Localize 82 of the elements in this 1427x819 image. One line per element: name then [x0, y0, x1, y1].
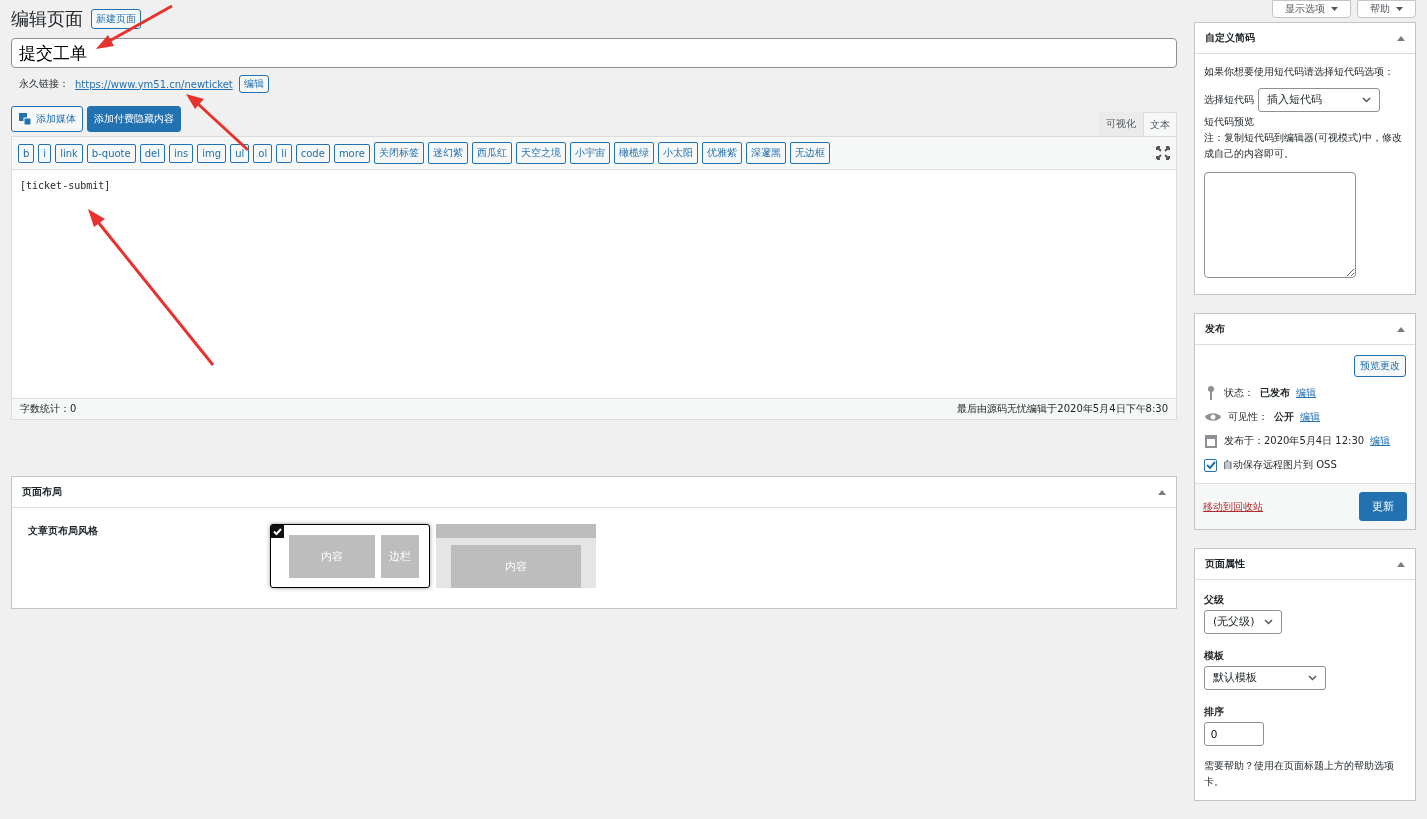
- page-heading: 编辑页面: [11, 7, 83, 31]
- quicktag-button[interactable]: i: [38, 143, 52, 163]
- dropdown-arrow-icon: [1396, 7, 1403, 11]
- preview-label: 短代码预览: [1204, 115, 1255, 129]
- collapse-icon[interactable]: [1397, 561, 1405, 567]
- quicktag-button[interactable]: 橄榄绿: [613, 142, 654, 164]
- last-edited: 最后由源码无忧编辑于2020年5月4日下午8:30: [957, 402, 1168, 416]
- chevron-down-icon: [1308, 675, 1317, 681]
- parent-select[interactable]: (无父级): [1204, 610, 1282, 634]
- quicktag-button[interactable]: 关闭标签: [373, 142, 424, 164]
- media-icon: [18, 112, 32, 126]
- editor-tab[interactable]: 文本: [1143, 112, 1177, 136]
- quicktag-button[interactable]: 小太阳: [657, 142, 698, 164]
- edit-link[interactable]: 编辑: [1296, 385, 1316, 401]
- publish-value: 已发布: [1260, 386, 1290, 400]
- quicktag-button[interactable]: b: [18, 143, 35, 163]
- title-field[interactable]: 提交工单: [11, 38, 1177, 68]
- select-label: 选择短代码: [1204, 93, 1254, 107]
- publish-info: 可见性：: [1228, 410, 1268, 424]
- parent-label: 父级: [1204, 593, 1225, 607]
- quicktag-button[interactable]: more: [333, 143, 370, 163]
- publish-info: 状态：: [1224, 386, 1254, 400]
- quicktag-button[interactable]: li: [276, 143, 292, 163]
- publish-info: 发布于：2020年5月4日 12:30: [1224, 434, 1365, 448]
- quicktag-button[interactable]: 无边框: [789, 142, 830, 164]
- preview-textarea[interactable]: [1204, 172, 1356, 278]
- shortcode-intro: 如果你想要使用短代码请选择短代码选项：: [1204, 65, 1395, 79]
- box-title: 页面属性: [1205, 557, 1245, 571]
- quicktag-button[interactable]: 小宇宙: [569, 142, 610, 164]
- media-button[interactable]: 添加付费隐藏内容: [87, 106, 181, 132]
- edit-link[interactable]: 编辑: [1300, 409, 1320, 425]
- update-button[interactable]: 更新: [1359, 492, 1407, 521]
- help-text: 需要帮助？使用在页面标题上方的帮助选项卡。: [1204, 759, 1395, 789]
- checkbox-label: 自动保存远程图片到 OSS: [1223, 458, 1337, 472]
- quicktag-button[interactable]: img: [197, 143, 227, 163]
- fullscreen-icon[interactable]: [1156, 146, 1170, 160]
- quicktag-button[interactable]: code: [295, 143, 330, 163]
- order-label: 排序: [1204, 705, 1225, 719]
- calendar-icon: [1204, 433, 1218, 449]
- eye-icon: [1204, 411, 1222, 423]
- permalink-label: 永久链接：: [19, 77, 69, 91]
- quicktag-button[interactable]: 深邃黑: [745, 142, 786, 164]
- shortcode-select[interactable]: 插入短代码: [1258, 88, 1380, 112]
- quicktag-button[interactable]: 西瓜红: [471, 142, 512, 164]
- editor-tab[interactable]: 可视化: [1099, 112, 1143, 136]
- quicktag-button[interactable]: link: [55, 143, 83, 163]
- edit-link[interactable]: 编辑: [1370, 433, 1391, 449]
- quicktag-button[interactable]: ol: [253, 143, 273, 163]
- permalink-url[interactable]: https://www.ym51.cn/newticket: [75, 78, 233, 90]
- quicktag-button[interactable]: 迷幻紫: [427, 142, 468, 164]
- chevron-down-icon: [1362, 97, 1371, 103]
- dropdown-arrow-icon: [1331, 7, 1338, 11]
- screen-options-tab[interactable]: 帮助: [1357, 0, 1416, 18]
- word-count: 字数统计：0: [20, 402, 77, 416]
- box-title: 页面布局: [22, 485, 62, 499]
- template-label: 模板: [1204, 649, 1225, 663]
- oss-checkbox[interactable]: [1204, 458, 1217, 472]
- screen-options-tab[interactable]: 显示选项: [1272, 0, 1351, 18]
- box-title: 自定义简码: [1205, 31, 1255, 45]
- layout-label: 文章页布局风格: [28, 524, 99, 538]
- media-button[interactable]: 添加媒体: [11, 106, 83, 132]
- quicktag-button[interactable]: ins: [168, 143, 194, 163]
- collapse-icon[interactable]: [1397, 35, 1405, 41]
- check-icon: [271, 525, 284, 538]
- collapse-icon[interactable]: [1158, 489, 1166, 495]
- new-page-button[interactable]: 新建页面: [91, 9, 141, 29]
- quicktag-button[interactable]: del: [139, 143, 165, 163]
- order-field[interactable]: 0: [1204, 722, 1264, 746]
- editor-text[interactable]: [ticket-submit]: [12, 170, 1176, 398]
- quicktag-button[interactable]: 优雅紫: [701, 142, 742, 164]
- quicktag-button[interactable]: b-quote: [86, 143, 136, 163]
- shortcode-note: 注：复制短代码到编辑器(可视模式)中，修改成自己的内容即可。: [1204, 131, 1403, 161]
- publish-value: 公开: [1274, 410, 1294, 424]
- trash-link[interactable]: 移动到回收站: [1203, 499, 1263, 514]
- box-title: 发布: [1205, 322, 1225, 336]
- quicktag-button[interactable]: 天空之境: [515, 142, 566, 164]
- chevron-down-icon: [1264, 619, 1273, 625]
- collapse-icon[interactable]: [1397, 326, 1405, 332]
- quicktag-button[interactable]: ul: [230, 143, 250, 163]
- template-select[interactable]: 默认模板: [1204, 666, 1326, 690]
- edit-permalink-button[interactable]: 编辑: [238, 75, 269, 93]
- preview-changes-button[interactable]: 预览更改: [1354, 355, 1406, 377]
